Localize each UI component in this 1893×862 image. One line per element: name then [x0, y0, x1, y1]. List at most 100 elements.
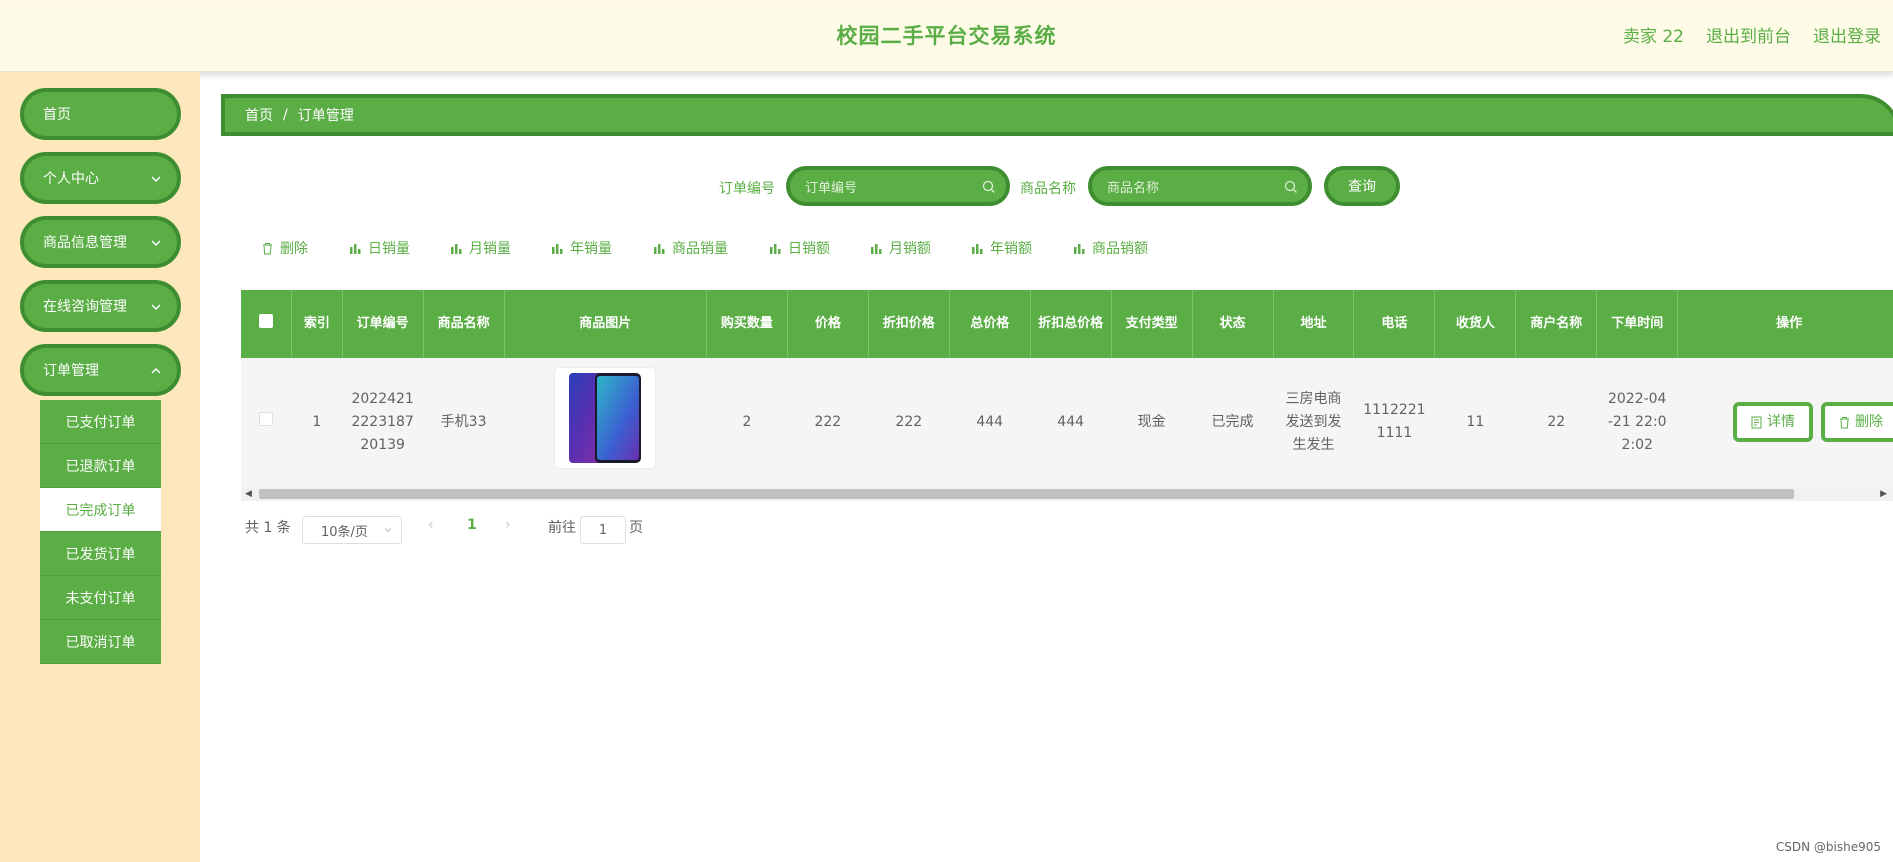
table-row: 1 2022421 2223187 20139 手机33 2 222 222 4… — [241, 358, 1893, 488]
sidebar-item-consultation-management[interactable]: 在线咨询管理 — [20, 280, 181, 332]
yearly-sales-amt-label: 年销额 — [990, 241, 1032, 257]
submenu-cancelled-orders[interactable]: 已取消订单 — [40, 620, 161, 664]
search-icon — [982, 180, 995, 193]
current-page-number[interactable]: 1 — [467, 517, 477, 545]
sidebar-item-product-management[interactable]: 商品信息管理 — [20, 216, 181, 268]
bar-chart-icon — [451, 243, 462, 254]
bar-chart-icon — [654, 243, 665, 254]
column-header: 操作 — [1677, 290, 1893, 358]
daily-sales-amt-tool[interactable]: 日销额 — [769, 238, 830, 258]
sidebar-item-label: 订单管理 — [43, 363, 99, 379]
prev-page-icon[interactable]: ‹ — [428, 517, 434, 545]
order-submenu: 已支付订单 已退款订单 已完成订单 已发货订单 未支付订单 已取消订单 — [40, 400, 161, 664]
scroll-left-icon[interactable]: ◀ — [245, 489, 252, 499]
product-sales-qty-tool[interactable]: 商品销量 — [653, 238, 728, 258]
cell-discount-total: 444 — [1030, 358, 1112, 488]
breadcrumb-home[interactable]: 首页 — [245, 105, 273, 125]
sidebar-item-label: 在线咨询管理 — [43, 299, 127, 315]
monthly-sales-qty-tool[interactable]: 月销量 — [450, 238, 511, 258]
daily-sales-amt-label: 日销额 — [788, 241, 830, 257]
header-select-all[interactable] — [241, 290, 293, 358]
scrollbar-thumb[interactable] — [259, 489, 1794, 499]
next-page-icon[interactable]: › — [505, 517, 511, 545]
yearly-sales-amt-tool[interactable]: 年销额 — [971, 238, 1032, 258]
column-header: 收货人 — [1434, 290, 1517, 358]
submenu-completed-orders[interactable]: 已完成订单 — [40, 488, 161, 532]
submenu-unpaid-orders[interactable]: 未支付订单 — [40, 576, 161, 620]
submenu-refunded-orders[interactable]: 已退款订单 — [40, 444, 161, 488]
order-time-line: 2:02 — [1621, 436, 1653, 453]
sidebar-item-order-management[interactable]: 订单管理 — [20, 344, 181, 396]
chevron-down-icon — [384, 528, 392, 533]
delete-button[interactable]: 删除 — [1820, 402, 1893, 443]
product-sales-amt-tool[interactable]: 商品销额 — [1073, 238, 1148, 258]
product-name-placeholder: 商品名称 — [1107, 180, 1160, 196]
address-line: 三房电商 — [1285, 390, 1342, 407]
bar-chart-icon — [350, 243, 361, 254]
page-suffix: 页 — [629, 520, 643, 536]
column-header: 商品图片 — [504, 290, 707, 358]
product-name-input[interactable]: 商品名称 — [1088, 166, 1312, 206]
header-actions: 卖家 22 退出到前台 退出登录 — [1623, 22, 1881, 47]
monthly-sales-qty-label: 月销量 — [469, 241, 511, 257]
breadcrumb: 首页 / 订单管理 — [221, 94, 1893, 136]
page-size-select[interactable]: 10条/页 — [302, 516, 402, 544]
chevron-down-icon — [151, 304, 161, 311]
column-header: 电话 — [1353, 290, 1436, 358]
delete-tool[interactable]: 删除 — [261, 238, 308, 258]
row-select-cell[interactable] — [241, 358, 292, 488]
address-line: 生发生 — [1292, 436, 1335, 453]
cell-merchant: 22 — [1515, 358, 1597, 488]
cell-receiver: 11 — [1434, 358, 1516, 488]
column-header: 商品名称 — [423, 290, 505, 358]
scroll-right-icon[interactable]: ▶ — [1880, 489, 1887, 499]
detail-button-label: 详情 — [1767, 413, 1795, 430]
row-checkbox[interactable] — [259, 411, 274, 426]
monthly-sales-amt-tool[interactable]: 月销额 — [870, 238, 931, 258]
sidebar-item-label: 首页 — [43, 107, 71, 123]
horizontal-scrollbar[interactable]: ◀ ▶ — [241, 487, 1893, 501]
trash-icon — [263, 242, 272, 254]
cell-product-name: 手机33 — [423, 358, 505, 488]
cell-price: 222 — [787, 358, 869, 488]
detail-button[interactable]: 详情 — [1732, 402, 1813, 443]
submenu-paid-orders[interactable]: 已支付订单 — [40, 400, 161, 444]
column-header: 支付类型 — [1111, 290, 1193, 358]
cell-pay-type: 现金 — [1111, 358, 1193, 488]
daily-sales-qty-tool[interactable]: 日销量 — [349, 238, 410, 258]
column-header: 索引 — [291, 290, 343, 358]
logout-link[interactable]: 退出登录 — [1813, 22, 1881, 47]
cell-order-no: 2022421 2223187 20139 — [342, 358, 424, 488]
goto-page-input[interactable]: 1 — [580, 516, 626, 544]
phone-line: 1111 — [1376, 425, 1413, 442]
sidebar-item-home[interactable]: 首页 — [20, 88, 181, 140]
submenu-shipped-orders[interactable]: 已发货订单 — [40, 532, 161, 576]
order-no-label: 订单编号 — [719, 181, 775, 197]
cell-discount-price: 222 — [868, 358, 950, 488]
back-to-front-link[interactable]: 退出到前台 — [1706, 22, 1791, 47]
address-line: 发送到发 — [1285, 413, 1342, 430]
trash-icon — [1840, 416, 1849, 429]
column-header: 状态 — [1192, 290, 1274, 358]
product-image[interactable] — [555, 368, 656, 469]
breadcrumb-current: 订单管理 — [297, 108, 354, 124]
column-header: 折扣价格 — [868, 290, 950, 358]
order-no-input[interactable]: 订单编号 — [786, 166, 1010, 206]
cell-product-image — [504, 358, 707, 488]
product-sales-qty-label: 商品销量 — [672, 241, 728, 257]
order-no-line: 2022421 — [351, 390, 414, 407]
delete-tool-label: 删除 — [280, 241, 308, 257]
chevron-up-icon — [151, 367, 161, 374]
yearly-sales-qty-tool[interactable]: 年销量 — [551, 238, 612, 258]
cell-status: 已完成 — [1192, 358, 1273, 488]
cell-index: 1 — [291, 358, 343, 488]
cell-quantity: 2 — [706, 358, 788, 488]
order-time-line: 2022-04 — [1607, 390, 1667, 407]
table-header-row: 索引 订单编号 商品名称 商品图片 购买数量 价格 折扣价格 总价格 折扣总价格… — [241, 290, 1893, 358]
select-all-checkbox[interactable] — [259, 313, 274, 328]
search-icon — [1284, 180, 1297, 193]
phone-line: 1112221 — [1363, 402, 1426, 419]
sidebar-item-personal-center[interactable]: 个人中心 — [20, 152, 181, 204]
query-button[interactable]: 查询 — [1324, 166, 1400, 206]
bar-chart-icon — [770, 243, 781, 254]
